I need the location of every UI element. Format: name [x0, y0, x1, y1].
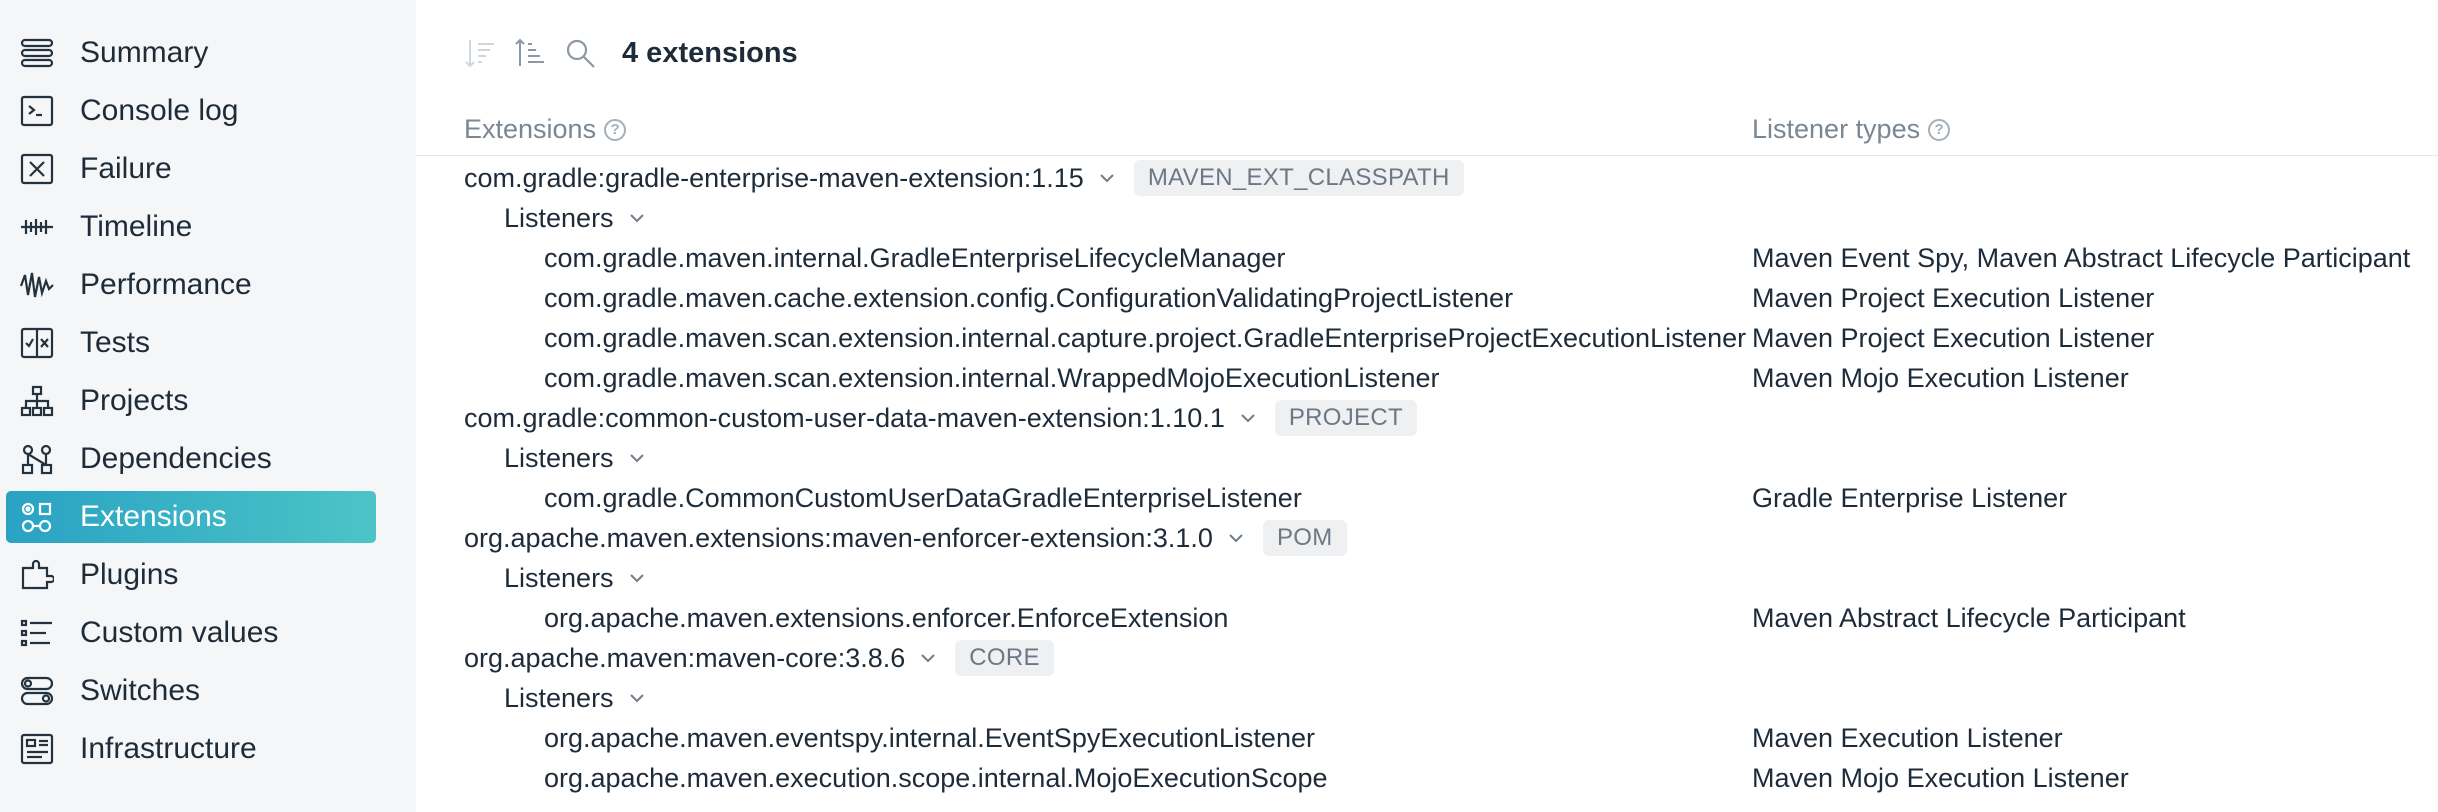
- listener-type: Maven Mojo Execution Listener: [1752, 363, 2129, 393]
- chevron-down-icon[interactable]: [628, 569, 646, 587]
- column-header-label: Listener types: [1752, 114, 1921, 144]
- listeners-toggle[interactable]: Listeners: [504, 198, 646, 238]
- sidebar-item-infrastructure[interactable]: Infrastructure: [6, 723, 376, 775]
- chevron-down-icon[interactable]: [628, 209, 646, 227]
- sidebar-item-failure[interactable]: Failure: [6, 143, 376, 195]
- summary-icon: [20, 37, 54, 69]
- listener-type: Maven Event Spy, Maven Abstract Lifecycl…: [1752, 243, 2411, 273]
- sidebar-item-label: Summary: [80, 36, 209, 69]
- plugins-icon: [20, 559, 54, 591]
- extension-badge: MAVEN_EXT_CLASSPATH: [1133, 160, 1464, 196]
- failure-icon: [20, 153, 54, 185]
- chevron-down-icon[interactable]: [1098, 169, 1116, 187]
- listener-name: com.gradle.maven.internal.GradleEnterpri…: [544, 242, 1286, 273]
- listener-type: Maven Abstract Lifecycle Participant: [1752, 603, 2186, 633]
- chevron-down-icon[interactable]: [1239, 409, 1257, 427]
- listeners-label: Listeners: [504, 442, 614, 473]
- chevron-down-icon[interactable]: [628, 689, 646, 707]
- tests-icon: [20, 327, 54, 359]
- listeners-toggle[interactable]: Listeners: [504, 438, 646, 478]
- help-icon[interactable]: ?: [1928, 118, 1951, 141]
- sidebar-item-label: Timeline: [80, 210, 193, 243]
- sidebar-item-label: Infrastructure: [80, 732, 257, 765]
- listeners-label: Listeners: [504, 682, 614, 713]
- sidebar-item-summary[interactable]: Summary: [6, 27, 376, 79]
- sidebar-item-label: Plugins: [80, 558, 179, 591]
- listener-type: Maven Mojo Execution Listener: [1752, 763, 2129, 793]
- extensions-icon: [20, 501, 54, 533]
- extension-name: org.apache.maven:maven-core:3.8.6: [464, 642, 906, 673]
- sidebar-item-plugins[interactable]: Plugins: [6, 549, 376, 601]
- sidebar-item-label: Failure: [80, 152, 172, 185]
- sort-descending-icon[interactable]: [462, 35, 498, 71]
- help-icon[interactable]: ?: [604, 118, 627, 141]
- projects-icon: [20, 385, 54, 417]
- extension-row[interactable]: com.gradle:gradle-enterprise-maven-exten…: [464, 158, 1464, 198]
- dependencies-icon: [20, 443, 54, 475]
- extension-row[interactable]: org.apache.maven.extensions:maven-enforc…: [464, 518, 1347, 558]
- sidebar-item-timeline[interactable]: Timeline: [6, 201, 376, 253]
- listeners-label: Listeners: [504, 202, 614, 233]
- sidebar-item-custom-values[interactable]: Custom values: [6, 607, 376, 659]
- sort-ascending-icon[interactable]: [512, 35, 548, 71]
- listener-name: com.gradle.maven.scan.extension.internal…: [544, 362, 1440, 393]
- column-header-extensions: Extensions ?: [464, 114, 627, 145]
- sidebar-item-dependencies[interactable]: Dependencies: [6, 433, 376, 485]
- extension-name: com.gradle:common-custom-user-data-maven…: [464, 402, 1225, 433]
- search-icon[interactable]: [562, 35, 598, 71]
- switches-icon: [20, 675, 54, 707]
- infrastructure-icon: [20, 733, 54, 765]
- listeners-label: Listeners: [504, 562, 614, 593]
- chevron-down-icon[interactable]: [919, 649, 937, 667]
- listeners-toggle[interactable]: Listeners: [504, 678, 646, 718]
- listener-name: org.apache.maven.extensions.enforcer.Enf…: [544, 602, 1229, 633]
- console-icon: [20, 95, 54, 127]
- chevron-down-icon[interactable]: [628, 449, 646, 467]
- extension-badge: CORE: [955, 640, 1054, 676]
- main-panel: 4 extensions Extensions ? Listener types…: [416, 0, 2438, 812]
- sidebar-item-label: Tests: [80, 326, 151, 359]
- sidebar-item-label: Switches: [80, 674, 201, 707]
- extension-badge: PROJECT: [1274, 400, 1417, 436]
- header-divider: [416, 155, 2438, 156]
- sidebar-item-console-log[interactable]: Console log: [6, 85, 376, 137]
- sidebar-item-switches[interactable]: Switches: [6, 665, 376, 717]
- timeline-icon: [20, 211, 54, 243]
- sidebar-item-tests[interactable]: Tests: [6, 317, 376, 369]
- sidebar-item-label: Projects: [80, 384, 189, 417]
- sidebar-item-label: Console log: [80, 94, 239, 127]
- sidebar-item-projects[interactable]: Projects: [6, 375, 376, 427]
- column-header-listener-types: Listener types ?: [1752, 114, 1951, 145]
- performance-icon: [20, 269, 54, 301]
- listener-type: Maven Project Execution Listener: [1752, 323, 2155, 353]
- sidebar-item-extensions[interactable]: Extensions: [6, 491, 376, 543]
- toolbar: 4 extensions: [462, 30, 798, 76]
- sidebar-item-label: Custom values: [80, 616, 279, 649]
- extension-row[interactable]: com.gradle:common-custom-user-data-maven…: [464, 398, 1417, 438]
- listener-name: com.gradle.CommonCustomUserDataGradleEnt…: [544, 482, 1302, 513]
- extension-name: com.gradle:gradle-enterprise-maven-exten…: [464, 162, 1084, 193]
- sidebar-item-label: Extensions: [80, 500, 227, 533]
- listener-name: com.gradle.maven.cache.extension.config.…: [544, 282, 1514, 313]
- listener-type: Maven Execution Listener: [1752, 723, 2063, 753]
- sidebar-item-label: Dependencies: [80, 442, 272, 475]
- listener-name: com.gradle.maven.scan.extension.internal…: [544, 322, 1747, 353]
- sidebar-item-performance[interactable]: Performance: [6, 259, 376, 311]
- listeners-toggle[interactable]: Listeners: [504, 558, 646, 598]
- sidebar: Summary Console log Failure Timeline Per…: [0, 0, 416, 812]
- listener-type: Gradle Enterprise Listener: [1752, 483, 2068, 513]
- extension-badge: POM: [1262, 520, 1347, 556]
- listener-type: Maven Project Execution Listener: [1752, 283, 2155, 313]
- column-header-label: Extensions: [464, 114, 597, 144]
- extension-name: org.apache.maven.extensions:maven-enforc…: [464, 522, 1213, 553]
- extension-row[interactable]: org.apache.maven:maven-core:3.8.6 CORE: [464, 638, 1054, 678]
- sidebar-item-label: Performance: [80, 268, 252, 301]
- listener-name: org.apache.maven.execution.scope.interna…: [544, 762, 1328, 793]
- chevron-down-icon[interactable]: [1227, 529, 1245, 547]
- listener-name: org.apache.maven.eventspy.internal.Event…: [544, 722, 1315, 753]
- custom-values-icon: [20, 617, 54, 649]
- extension-count: 4 extensions: [622, 36, 798, 69]
